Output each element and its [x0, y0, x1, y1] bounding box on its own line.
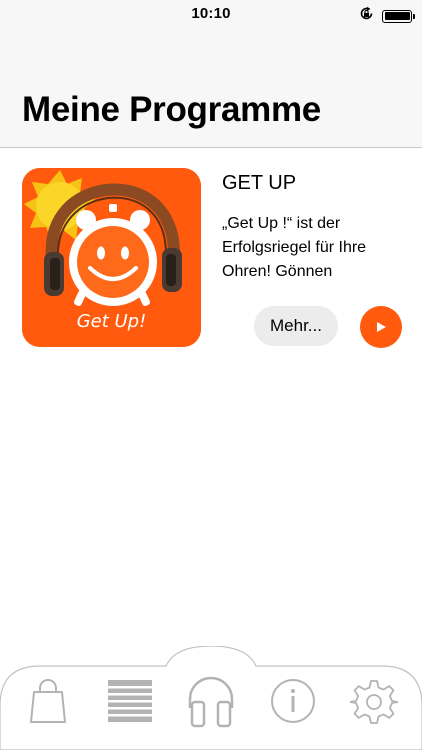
tab-settings[interactable]	[349, 678, 399, 726]
tab-programs[interactable]	[184, 672, 238, 728]
program-description: „Get Up !“ ist der Erfolgsriegel für Ihr…	[222, 215, 367, 280]
cover-image-text: Get Up!	[76, 311, 147, 332]
rotation-lock-icon	[359, 6, 374, 26]
tab-list[interactable]	[108, 680, 152, 722]
headphones-icon	[188, 676, 234, 728]
program-card[interactable]: Get Up! GET UP „Get Up !“ ist der Erfolg…	[0, 148, 422, 368]
list-icon	[108, 680, 152, 722]
tab-bar	[0, 646, 422, 750]
info-icon	[271, 679, 315, 723]
play-icon	[376, 320, 386, 335]
page-title: Meine Programme	[22, 90, 321, 129]
program-cover-image[interactable]: Get Up!	[22, 168, 201, 347]
tab-info[interactable]	[270, 678, 316, 724]
status-bar: 10:10	[0, 0, 422, 28]
program-title: GET UP	[222, 172, 297, 194]
more-button[interactable]: Mehr...	[254, 306, 338, 346]
play-button[interactable]	[360, 306, 402, 348]
tab-shop[interactable]	[28, 678, 68, 724]
battery-icon	[382, 9, 415, 23]
gear-icon	[349, 680, 399, 724]
navigation-header: Meine Programme	[0, 28, 422, 148]
status-icons	[359, 6, 415, 26]
shopping-bag-icon	[30, 679, 66, 723]
